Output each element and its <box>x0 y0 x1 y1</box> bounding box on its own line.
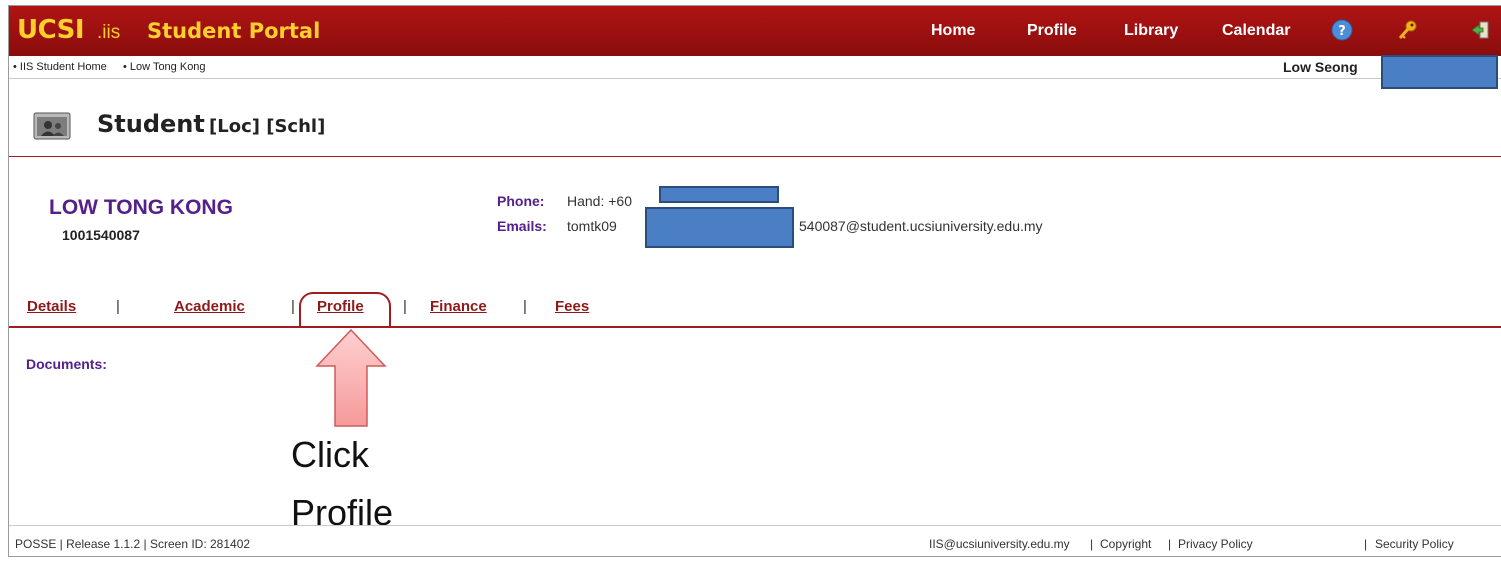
footer: POSSE | Release 1.1.2 | Screen ID: 28140… <box>9 525 1501 556</box>
footer-separator: | <box>1364 537 1368 551</box>
tab-fees[interactable]: Fees <box>555 298 589 315</box>
footer-security-link[interactable]: Security Policy <box>1375 537 1454 551</box>
nav-calendar[interactable]: Calendar <box>1222 22 1290 40</box>
footer-email-link[interactable]: IIS@ucsiuniversity.edu.my <box>929 537 1070 551</box>
logout-icon[interactable] <box>1469 19 1491 41</box>
help-icon[interactable]: ? <box>1331 19 1353 41</box>
nav-home[interactable]: Home <box>931 22 975 40</box>
logo-iis: .iis <box>97 22 121 43</box>
tab-separator: | <box>291 298 295 315</box>
email-label: Emails: <box>497 218 547 234</box>
page-subtitle: [Loc] [Schl] <box>209 116 326 137</box>
redaction-email <box>645 207 794 248</box>
tab-details[interactable]: Details <box>27 298 76 315</box>
student-name: LOW TONG KONG <box>49 196 233 219</box>
portal-title: Student Portal <box>147 19 321 43</box>
up-arrow <box>315 328 387 427</box>
footer-separator: | <box>1090 537 1094 551</box>
top-bar: UCSI .iis Student Portal Home Profile Li… <box>9 6 1501 56</box>
student-id: 1001540087 <box>62 227 140 243</box>
footer-release: POSSE | Release 1.1.2 | Screen ID: 28140… <box>15 537 251 551</box>
documents-label: Documents: <box>26 356 107 372</box>
svg-text:?: ? <box>1338 24 1346 39</box>
tab-bar: Details | Academic | Profile | Finance |… <box>9 296 1501 328</box>
tab-separator: | <box>523 298 527 315</box>
breadcrumb-student[interactable]: • Low Tong Kong <box>123 61 206 73</box>
portal-window: UCSI .iis Student Portal Home Profile Li… <box>8 5 1501 557</box>
tab-finance[interactable]: Finance <box>430 298 487 315</box>
email-suffix[interactable]: 540087@student.ucsiuniversity.edu.my <box>799 218 1043 234</box>
page-title: Student <box>97 110 205 138</box>
nav-profile[interactable]: Profile <box>1027 22 1077 40</box>
student-folder-icon <box>33 112 71 140</box>
footer-copyright-link[interactable]: Copyright <box>1100 537 1151 551</box>
footer-privacy-link[interactable]: Privacy Policy <box>1178 537 1253 551</box>
email-prefix[interactable]: tomtk09 <box>567 218 617 234</box>
logo-ucsi[interactable]: UCSI <box>17 15 85 45</box>
phone-value: Hand: +60 <box>567 193 632 209</box>
breadcrumb-home[interactable]: • IIS Student Home <box>13 61 107 73</box>
tab-academic[interactable]: Academic <box>174 298 245 315</box>
annotation-click: Click <box>291 434 369 475</box>
tab-separator: | <box>116 298 120 315</box>
user-label: Low Seong <box>1283 59 1358 75</box>
redaction-phone <box>659 186 779 203</box>
breadcrumb: • IIS Student Home • Low Tong Kong Low S… <box>9 55 1501 89</box>
profile-tab-highlight <box>299 292 391 328</box>
footer-separator: | <box>1168 537 1172 551</box>
nav-library[interactable]: Library <box>1124 22 1178 40</box>
phone-label: Phone: <box>497 193 545 209</box>
tab-separator: | <box>403 298 407 315</box>
key-icon[interactable] <box>1397 19 1419 41</box>
title-area: Student [Loc] [Schl] <box>9 79 1501 157</box>
